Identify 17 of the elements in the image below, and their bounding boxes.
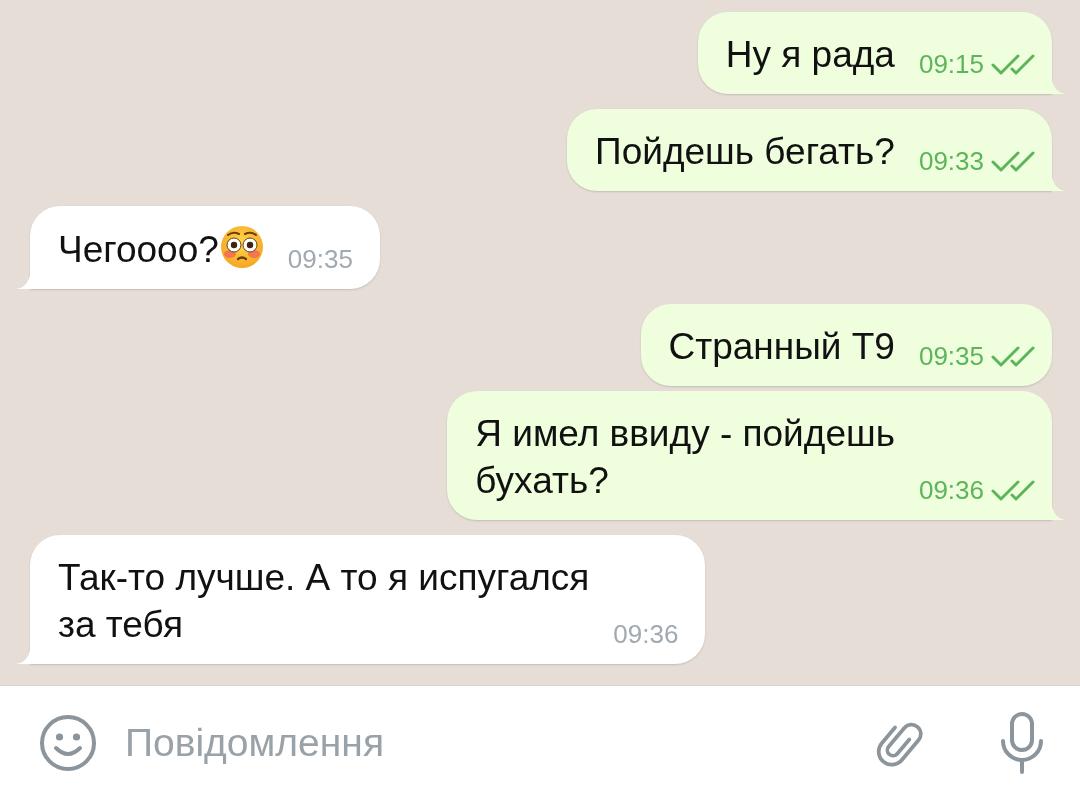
message-time: 09:36 [613, 619, 679, 649]
message-text: Странный Т9 [668, 326, 895, 367]
message-time: 09:15 [918, 49, 984, 79]
message-text: Пойдешь бегать? [595, 131, 895, 172]
emoji-button[interactable] [39, 714, 97, 772]
message-text: Чегоооо? [58, 229, 219, 270]
message-time: 09:36 [918, 475, 984, 505]
message-time: 09:35 [918, 341, 984, 371]
message-time: 09:35 [287, 244, 353, 274]
smiley-icon [39, 714, 97, 772]
microphone-icon [999, 711, 1045, 775]
microphone-button[interactable] [999, 711, 1045, 775]
message-text: Ну я рада [725, 34, 895, 75]
message-text: Я имел ввиду - пойдешь бухать? [475, 413, 895, 501]
message-input[interactable]: Повідомлення [125, 715, 841, 771]
message-text: Так-то лучше. А то я испугался за тебя [58, 557, 590, 645]
message-time: 09:33 [918, 146, 984, 176]
